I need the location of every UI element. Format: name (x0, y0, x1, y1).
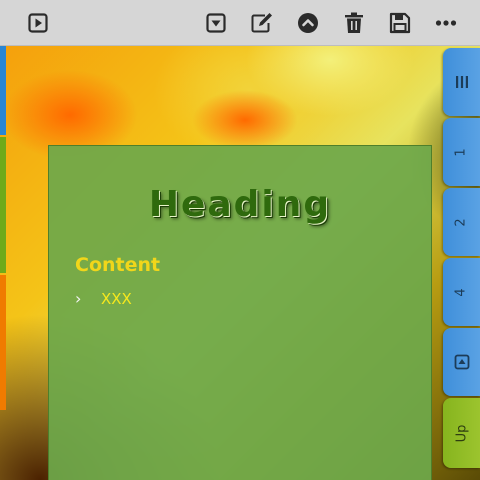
list-item-label: XXX (101, 290, 132, 308)
left-strip-orange (0, 275, 6, 410)
save-icon (389, 12, 411, 34)
play-icon (454, 354, 469, 370)
side-tab-label: 4 (454, 287, 469, 297)
edit-button[interactable] (248, 9, 276, 37)
play-button[interactable] (24, 9, 52, 37)
side-tab-menu[interactable] (443, 48, 480, 116)
play-icon (28, 13, 48, 33)
panel-heading: Heading (148, 184, 332, 225)
side-tab-label: 2 (454, 217, 469, 227)
trash-icon (345, 12, 363, 33)
left-strip-green (0, 137, 6, 273)
side-tab-1[interactable]: 1 (443, 118, 480, 186)
side-tab-up[interactable]: Up (443, 398, 480, 468)
delete-button[interactable] (340, 9, 368, 37)
save-button[interactable] (386, 9, 414, 37)
side-tab-label: 1 (454, 147, 469, 157)
chevron-up-circle-icon (298, 13, 318, 33)
menu-icon (455, 76, 468, 88)
list-item[interactable]: › XXX (75, 289, 132, 309)
side-tab-label: Up (454, 424, 469, 442)
edit-icon (251, 13, 272, 33)
dropdown-icon (206, 13, 226, 33)
move-up-button[interactable] (294, 9, 322, 37)
dropdown-button[interactable] (202, 9, 230, 37)
more-options-button[interactable] (432, 9, 460, 37)
content-panel: Heading Content › XXX (48, 145, 432, 480)
content-title: Content (75, 254, 161, 276)
side-tab-4[interactable]: 4 (443, 258, 480, 326)
side-tab-play[interactable] (443, 328, 480, 396)
chevron-right-icon: › (75, 289, 82, 308)
more-icon (435, 20, 457, 26)
top-toolbar (0, 0, 480, 46)
side-tab-2[interactable]: 2 (443, 188, 480, 256)
